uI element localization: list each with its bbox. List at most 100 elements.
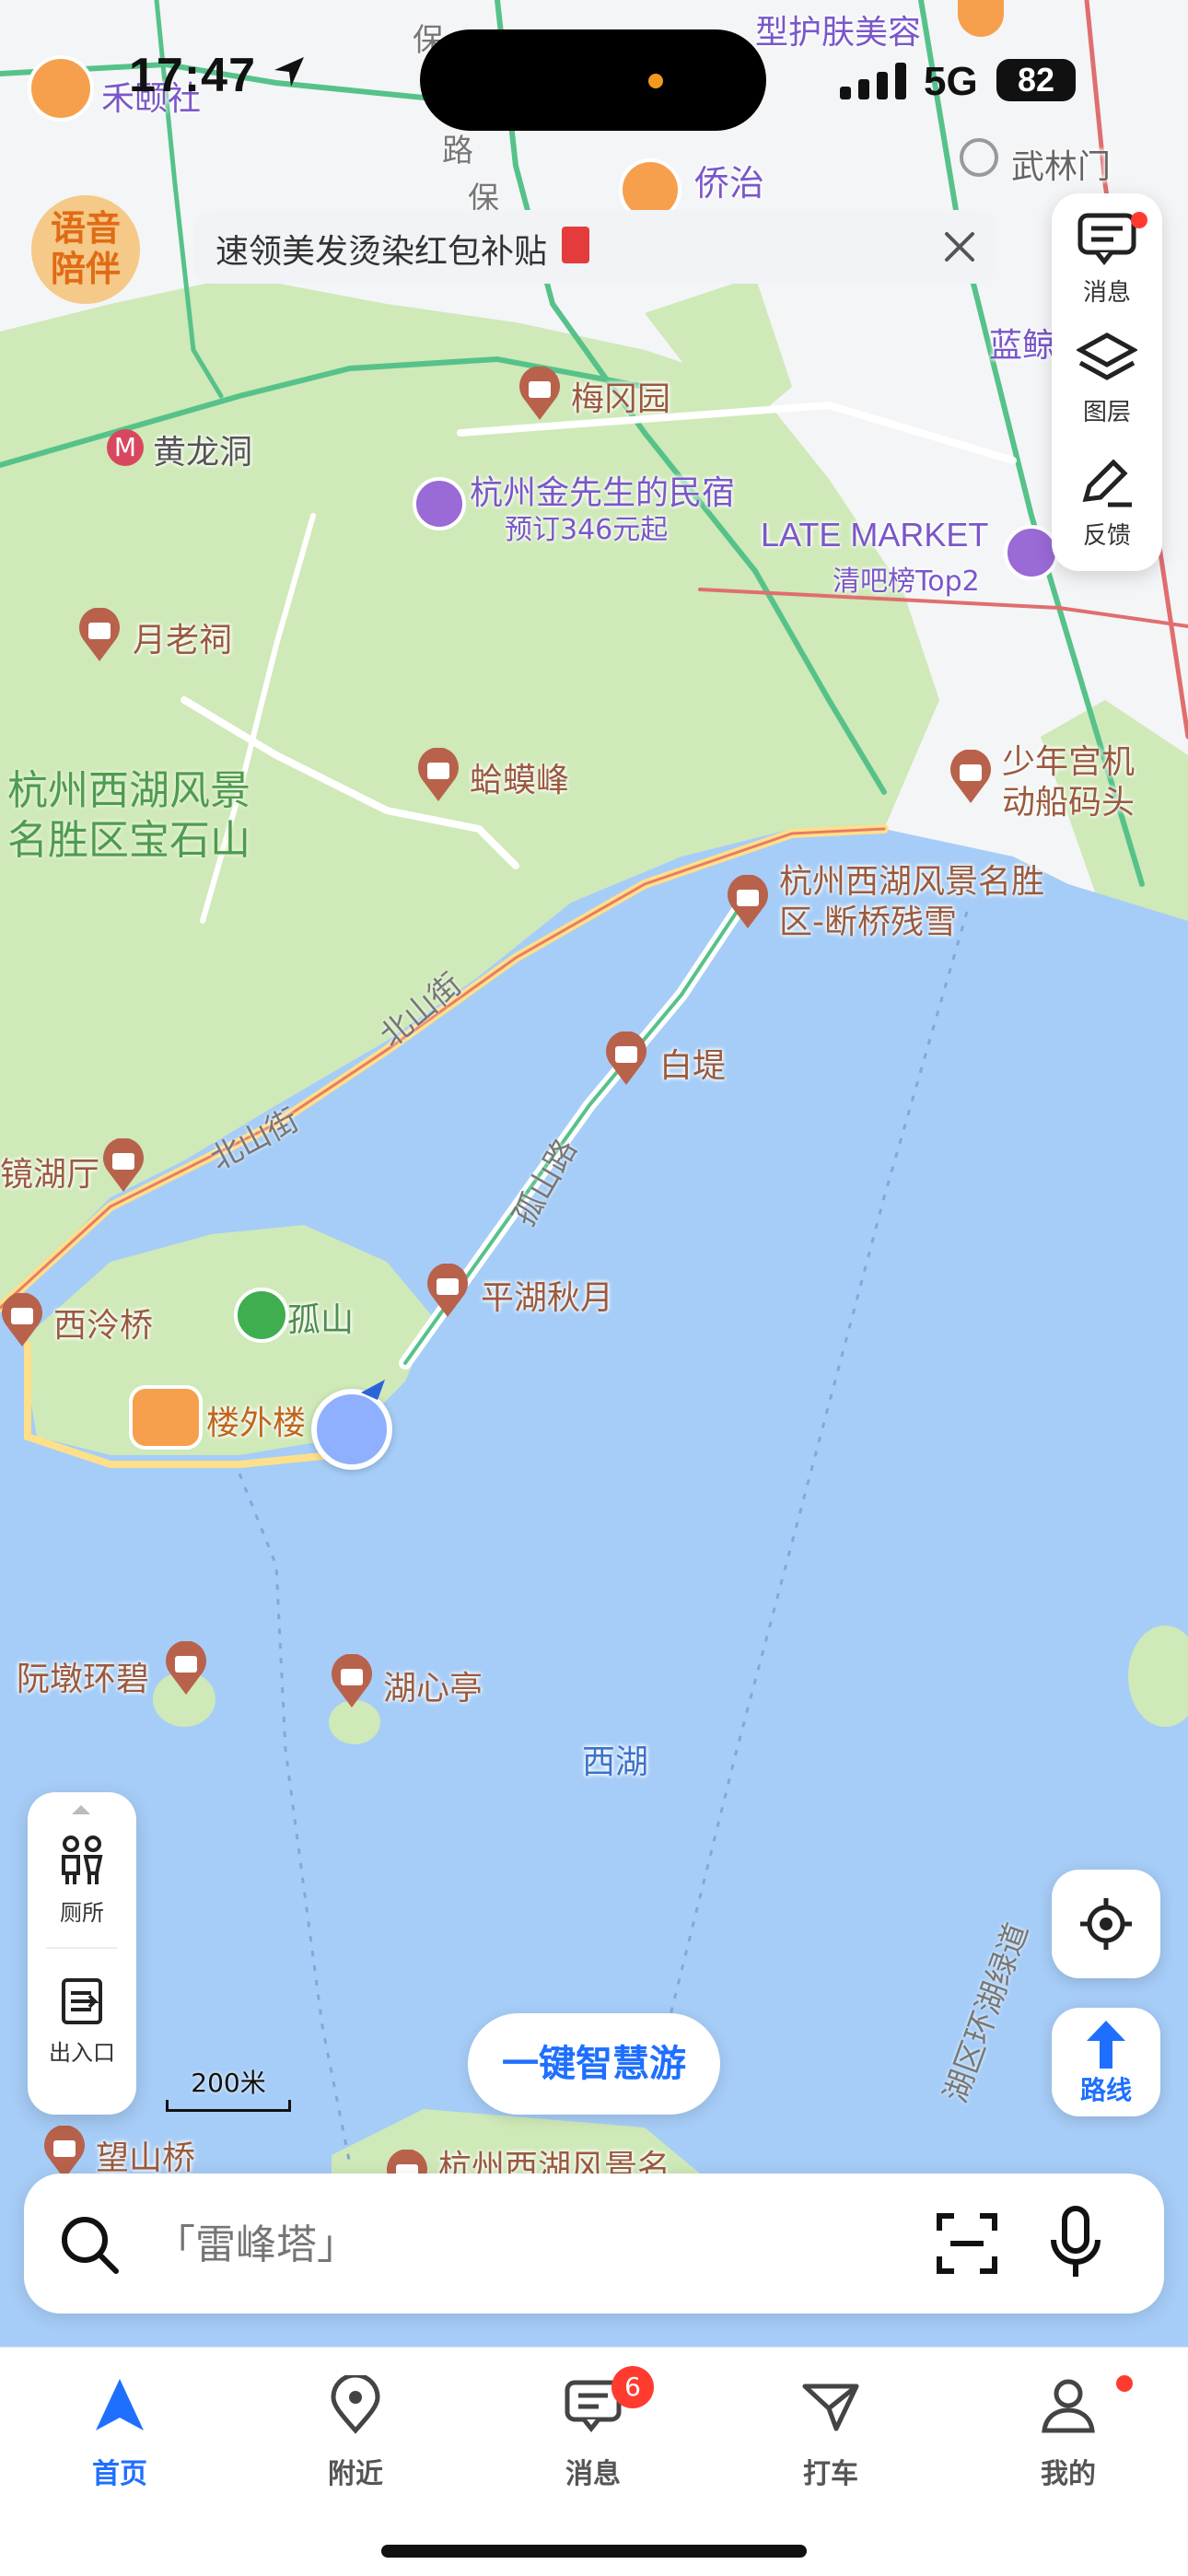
route-button[interactable]: 路线	[1052, 2008, 1160, 2116]
signal-bars-icon	[840, 61, 914, 105]
feedback-edit-icon	[1082, 459, 1132, 507]
profile-icon	[1042, 2379, 1095, 2433]
tab-nearby[interactable]: 附近	[282, 2372, 429, 2491]
poi-label[interactable]: 武林门	[1011, 140, 1111, 188]
entrance-label: 出入口	[49, 2040, 115, 2066]
messages-button[interactable]: 消息	[1052, 212, 1162, 308]
heading-arrow-icon	[357, 1378, 387, 1411]
attraction-pin-icon[interactable]	[726, 874, 770, 928]
location-arrow-icon	[271, 53, 308, 94]
layers-label: 图层	[1082, 399, 1131, 426]
poi-label[interactable]: 楼外楼	[206, 1396, 306, 1444]
voice-badge-line1: 语音	[50, 208, 121, 249]
tab-home-label: 首页	[92, 2458, 147, 2490]
metro-icon: M	[107, 429, 144, 466]
poi-label[interactable]: 黄龙洞	[153, 425, 252, 473]
toilet-button[interactable]: 厕所	[28, 1833, 136, 1927]
route-arrow-icon	[1087, 2021, 1125, 2069]
attraction-pin-icon[interactable]	[949, 749, 993, 803]
poi-label[interactable]: 白堤	[659, 1039, 726, 1087]
location-pin-icon	[331, 2372, 380, 2434]
map-scale: 200米	[166, 2063, 291, 2112]
attraction-pin-icon[interactable]	[425, 1263, 470, 1317]
navigation-arrow-icon	[96, 2379, 144, 2430]
smart-tour-button[interactable]: 一键智慧游	[468, 2013, 720, 2115]
entrance-icon	[62, 1978, 102, 2024]
attraction-pin-icon[interactable]	[330, 1653, 374, 1708]
feedback-label: 反馈	[1082, 522, 1131, 550]
message-count-badge: 6	[611, 2366, 654, 2408]
map-tools-panel: 消息 图层 反馈	[1052, 193, 1162, 571]
close-icon[interactable]	[939, 227, 980, 271]
attraction-pin-icon[interactable]	[42, 2125, 87, 2179]
voice-companion-badge[interactable]: 语音 陪伴	[31, 195, 140, 304]
attraction-pin-icon[interactable]	[416, 747, 460, 801]
poi-label[interactable]: 镜湖厅	[0, 1148, 99, 1195]
attraction-pin-icon[interactable]	[518, 366, 562, 420]
poi-label[interactable]: LATE MARKET	[761, 516, 988, 554]
poi-sub-label: 清吧榜Top2	[833, 565, 980, 598]
tab-nearby-label: 附近	[328, 2458, 383, 2490]
mountain-pin-icon[interactable]	[234, 1288, 289, 1343]
microphone-icon[interactable]	[1048, 2205, 1103, 2282]
bottom-tab-bar: 首页 附近 6 消息 打车 我的	[0, 2347, 1188, 2576]
hotel-pin-icon[interactable]	[413, 477, 466, 530]
area-label: 杭州西湖风景名胜区宝石山	[7, 767, 250, 864]
attraction-pin-icon[interactable]	[101, 1137, 146, 1192]
battery-level: 82	[996, 59, 1076, 101]
poi-label[interactable]: 蛤蟆峰	[470, 753, 569, 801]
facilities-panel: 厕所 出入口	[28, 1792, 136, 2115]
camera-indicator-icon	[648, 74, 663, 88]
search-icon	[62, 2217, 119, 2274]
toilet-icon	[62, 1836, 103, 1884]
smart-tour-label: 一键智慧游	[502, 2043, 686, 2085]
restaurant-pin-icon[interactable]	[129, 1385, 203, 1450]
status-bar: 17:47 5G 82	[0, 0, 1188, 138]
entrance-button[interactable]: 出入口	[28, 1973, 136, 2067]
search-input[interactable]	[153, 2210, 912, 2279]
expand-up-icon[interactable]	[72, 1805, 90, 1814]
tab-home[interactable]: 首页	[46, 2375, 193, 2491]
toilet-label: 厕所	[60, 1900, 104, 1926]
poi-label[interactable]: 少年宫机动船码头	[1002, 742, 1140, 823]
poi-label[interactable]: 杭州西湖风景名胜区-断桥残雪	[779, 862, 1074, 943]
tab-profile-label: 我的	[1041, 2458, 1096, 2490]
tab-taxi-label: 打车	[803, 2458, 858, 2490]
poi-label[interactable]: 月老祠	[133, 613, 232, 661]
search-bar[interactable]	[24, 2174, 1164, 2314]
layers-button[interactable]: 图层	[1052, 332, 1162, 427]
crosshair-icon	[1080, 1898, 1132, 1950]
tab-messages[interactable]: 6 消息	[519, 2366, 667, 2491]
attraction-pin-icon[interactable]	[0, 1292, 44, 1346]
feedback-button[interactable]: 反馈	[1052, 455, 1162, 551]
poi-sub-label: 预订346元起	[505, 514, 669, 546]
tab-messages-label: 消息	[565, 2458, 621, 2490]
promo-notice-banner[interactable]: 速领美发烫染红包补贴	[193, 210, 996, 284]
route-label: 路线	[1079, 2075, 1132, 2105]
network-type: 5G	[924, 59, 978, 104]
metro-icon	[960, 138, 998, 177]
notification-dot	[1131, 212, 1147, 228]
red-envelope-icon	[562, 227, 589, 263]
attraction-pin-icon[interactable]	[604, 1031, 648, 1085]
voice-badge-line2: 陪伴	[50, 249, 121, 289]
home-indicator	[381, 2545, 807, 2558]
poi-label[interactable]: 阮墩环碧	[17, 1652, 149, 1700]
water-label: 西湖	[582, 1743, 649, 1781]
poi-label[interactable]: 侨治	[694, 155, 764, 205]
poi-label[interactable]: 梅冈园	[571, 372, 670, 420]
tab-taxi[interactable]: 打车	[757, 2375, 904, 2491]
poi-label[interactable]: 蓝鲸	[989, 319, 1055, 367]
poi-label[interactable]: 湖心亭	[383, 1661, 483, 1709]
poi-label[interactable]: 望山桥	[96, 2131, 195, 2179]
bar-pin-icon[interactable]	[1004, 525, 1059, 580]
attraction-pin-icon[interactable]	[77, 607, 122, 661]
tab-profile[interactable]: 我的	[995, 2375, 1142, 2491]
attraction-pin-icon[interactable]	[164, 1640, 208, 1695]
poi-label[interactable]: 平湖秋月	[481, 1271, 613, 1319]
poi-label[interactable]: 孤山	[287, 1293, 354, 1341]
notification-dot	[1116, 2375, 1133, 2392]
locate-me-button[interactable]	[1052, 1870, 1160, 1978]
scan-icon[interactable]	[936, 2212, 998, 2275]
poi-label[interactable]: 西泠桥	[53, 1299, 153, 1346]
